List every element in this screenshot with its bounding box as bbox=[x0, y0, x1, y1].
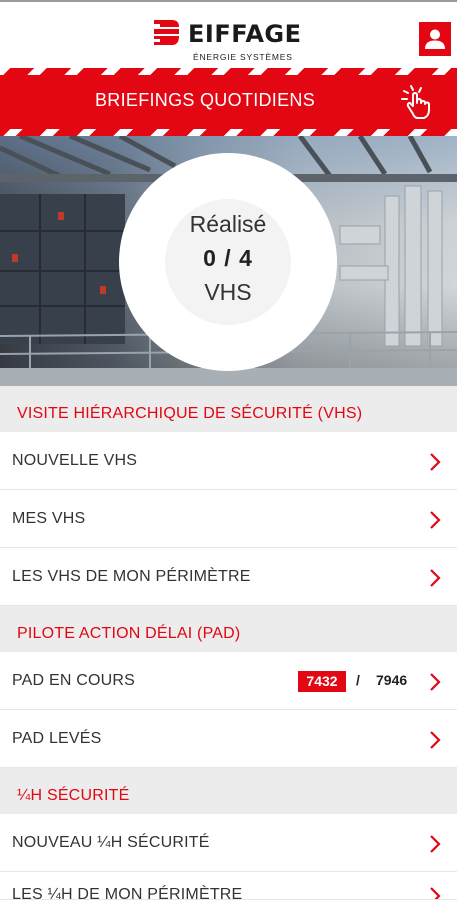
menu-item-perimeter-quarter-hour[interactable]: LES ¼H DE MON PÉRIMÈTRE bbox=[0, 872, 457, 900]
menu-item-pad-in-progress[interactable]: PAD EN COURS 7432 / 7946 bbox=[0, 652, 457, 710]
daily-briefings-banner[interactable]: BRIEFINGS QUOTIDIENS bbox=[0, 68, 457, 136]
chevron-right-icon bbox=[430, 835, 441, 853]
stat-unit: VHS bbox=[204, 279, 252, 305]
menu-item-label: MES VHS bbox=[12, 510, 86, 527]
chevron-right-icon bbox=[430, 453, 441, 471]
chevron-right-icon bbox=[430, 511, 441, 529]
eiffage-logo-mark-icon bbox=[154, 20, 179, 45]
stat-label: Réalisé bbox=[189, 211, 267, 237]
brand-name: EIFFAGE bbox=[188, 20, 302, 48]
tap-hand-icon bbox=[401, 85, 430, 119]
menu-item-new-vhs[interactable]: NOUVELLE VHS bbox=[0, 432, 457, 490]
menu-item-my-vhs[interactable]: MES VHS bbox=[0, 490, 457, 548]
pad-total-count: 7946 bbox=[376, 672, 408, 688]
menu-item-pad-lifted[interactable]: PAD LEVÉS bbox=[0, 710, 457, 768]
chevron-right-icon bbox=[430, 731, 441, 749]
menu-item-new-quarter-hour[interactable]: NOUVEAU ¼H SÉCURITÉ bbox=[0, 814, 457, 872]
menu-item-label: LES VHS DE MON PÉRIMÈTRE bbox=[12, 568, 251, 585]
stat-value: 0 / 4 bbox=[203, 245, 253, 271]
menu-item-label: LES ¼H DE MON PÉRIMÈTRE bbox=[12, 886, 243, 900]
section-title: ¼H SÉCURITÉ bbox=[17, 787, 130, 804]
profile-button[interactable] bbox=[419, 22, 451, 56]
menu-item-label: NOUVEAU ¼H SÉCURITÉ bbox=[12, 834, 210, 851]
banner-title: BRIEFINGS QUOTIDIENS bbox=[94, 90, 316, 110]
section-title: VISITE HIÉRARCHIQUE DE SÉCURITÉ (VHS) bbox=[17, 405, 363, 422]
user-icon bbox=[425, 29, 445, 49]
chevron-right-icon bbox=[430, 569, 441, 587]
app-header: EIFFAGE ÉNERGIE SYSTÈMES bbox=[0, 0, 457, 68]
hero-image: Réalisé 0 / 4 VHS bbox=[0, 136, 457, 386]
brand-subtitle: ÉNERGIE SYSTÈMES bbox=[193, 52, 293, 62]
menu-item-label: PAD EN COURS bbox=[12, 672, 136, 689]
chevron-right-icon bbox=[430, 673, 441, 691]
count-separator: / bbox=[356, 672, 360, 688]
menu-item-perimeter-vhs[interactable]: LES VHS DE MON PÉRIMÈTRE bbox=[0, 548, 457, 606]
completion-stat-circle: Réalisé 0 / 4 VHS bbox=[119, 153, 337, 371]
menu-item-label: NOUVELLE VHS bbox=[12, 452, 138, 469]
chevron-right-icon bbox=[430, 887, 441, 899]
menu-item-label: PAD LEVÉS bbox=[12, 730, 102, 747]
section-title: PILOTE ACTION DÉLAI (PAD) bbox=[17, 625, 241, 642]
pad-in-progress-count-badge: 7432 bbox=[298, 671, 346, 692]
eiffage-logo: EIFFAGE ÉNERGIE SYSTÈMES bbox=[152, 16, 312, 64]
